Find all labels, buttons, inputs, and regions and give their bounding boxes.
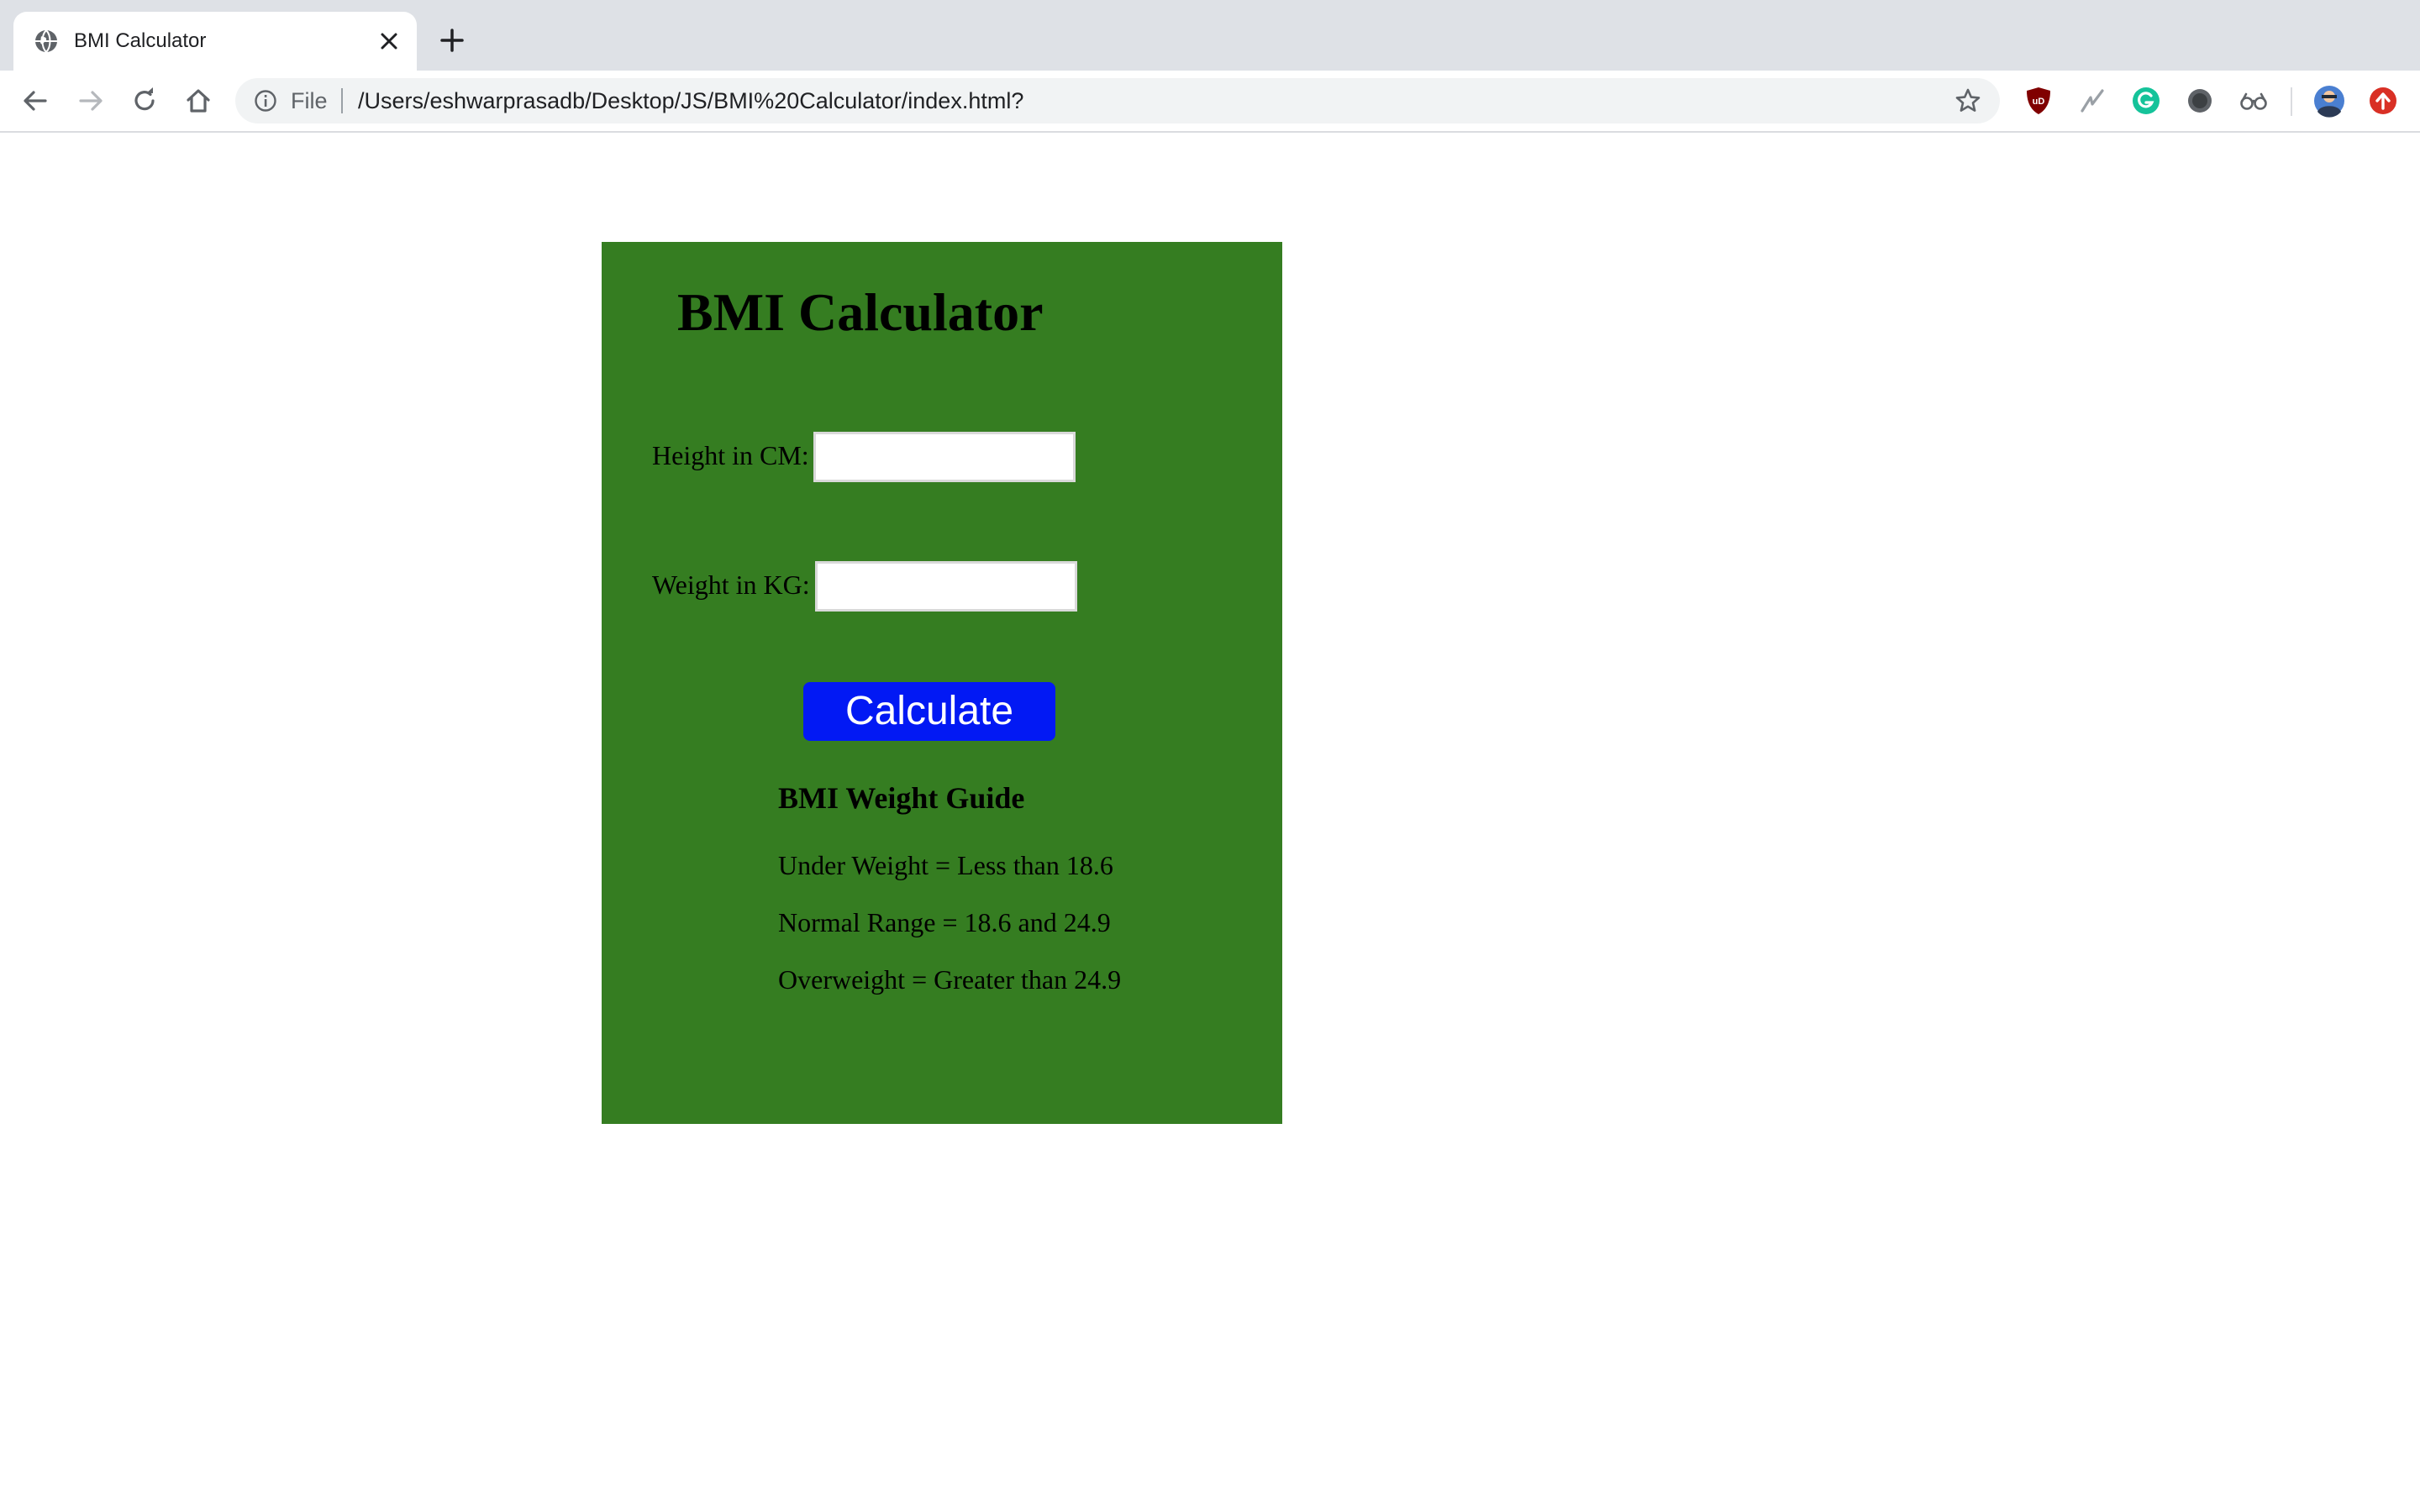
record-icon[interactable] [2183, 84, 2217, 118]
globe-icon [35, 29, 57, 53]
browser-toolbar: File /Users/eshwarprasadb/Desktop/JS/BMI… [0, 71, 2420, 133]
ublock-shield-icon[interactable]: uD [2022, 84, 2055, 118]
update-icon[interactable] [2366, 84, 2400, 118]
bookmark-star-icon[interactable] [1954, 87, 1981, 114]
guide-heading: BMI Weight Guide [778, 781, 1025, 815]
avatar[interactable] [2312, 84, 2346, 118]
url-scheme-label: File [291, 88, 328, 113]
forward-arrow-icon[interactable] [76, 86, 106, 116]
close-icon[interactable] [378, 30, 400, 52]
bmi-calculator-panel: BMI Calculator Height in CM: Weight in K… [602, 242, 1282, 1124]
browser-tab[interactable]: BMI Calculator [13, 12, 417, 71]
info-icon[interactable] [254, 89, 277, 113]
tab-title: BMI Calculator [74, 29, 207, 52]
guide-item-normal: Normal Range = 18.6 and 24.9 [778, 907, 1111, 937]
guide-item-overweight: Overweight = Greater than 24.9 [778, 964, 1122, 995]
omnibox-divider [341, 88, 343, 113]
page-title: BMI Calculator [677, 282, 1044, 342]
address-bar[interactable]: File /Users/eshwarprasadb/Desktop/JS/BMI… [235, 78, 2000, 123]
toolbar-divider [2291, 87, 2292, 116]
svg-text:uD: uD [2033, 97, 2045, 107]
lightning-icon[interactable] [2075, 84, 2109, 118]
url-text[interactable]: /Users/eshwarprasadb/Desktop/JS/BMI%20Ca… [358, 87, 1023, 114]
weight-input[interactable] [815, 561, 1077, 612]
glasses-icon[interactable] [2237, 84, 2270, 118]
weight-label: Weight in KG: [652, 570, 810, 600]
home-icon[interactable] [183, 86, 213, 116]
reload-icon[interactable] [129, 86, 160, 116]
grammarly-icon[interactable] [2129, 84, 2163, 118]
calculate-button[interactable]: Calculate [803, 682, 1055, 741]
height-input[interactable] [813, 432, 1076, 482]
back-arrow-icon[interactable] [20, 86, 50, 116]
new-tab-icon[interactable] [439, 27, 466, 54]
height-label: Height in CM: [652, 440, 809, 470]
guide-item-underweight: Under Weight = Less than 18.6 [778, 850, 1113, 880]
browser-tabstrip: BMI Calculator [0, 0, 2420, 71]
